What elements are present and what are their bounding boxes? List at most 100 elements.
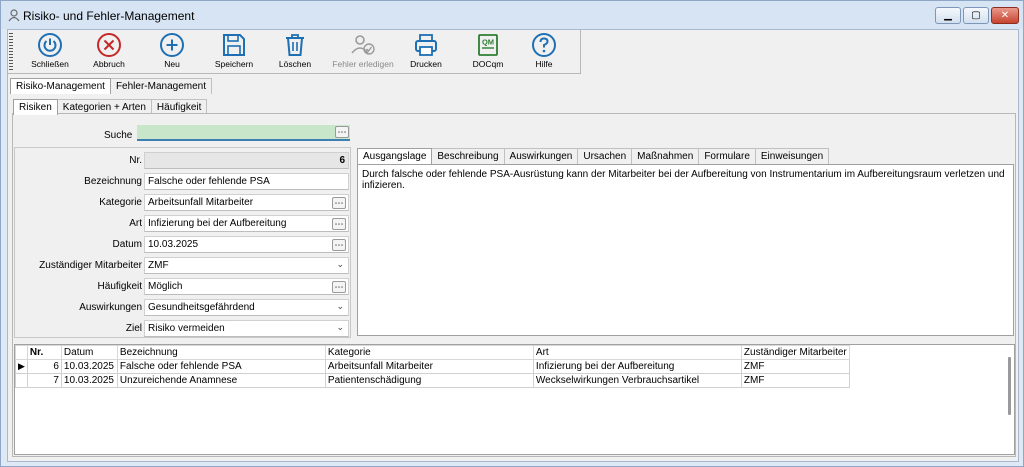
nr-field: 6 bbox=[144, 152, 349, 169]
resolve-error-label: Fehler erledigen bbox=[332, 59, 394, 69]
toolbar-grip[interactable] bbox=[9, 33, 13, 71]
search-input[interactable]: ⋯ bbox=[137, 125, 350, 141]
haeufigkeit-ellipsis-button[interactable]: ⋯ bbox=[332, 281, 346, 293]
svg-text:QM: QM bbox=[482, 38, 494, 47]
ziel-dropdown[interactable]: Risiko vermeiden ⌄ bbox=[144, 320, 349, 337]
haeufigkeit-label: Häufigkeit bbox=[97, 281, 142, 292]
delete-label: Löschen bbox=[278, 59, 312, 69]
floppy-disk-icon bbox=[223, 34, 245, 56]
title-bar[interactable]: Risiko- und Fehler-Management ▁ ▢ ✕ bbox=[1, 1, 1023, 29]
kategorie-ellipsis-button[interactable]: ⋯ bbox=[332, 197, 346, 209]
col-header-nr[interactable]: Nr. bbox=[26, 345, 62, 360]
client-area: Schließen Abbruch Neu Speichern Löschen … bbox=[7, 29, 1019, 462]
art-input[interactable]: Infizierung bei der Aufbereitung ⋯ bbox=[144, 215, 349, 232]
detail-tabs: Ausgangslage Beschreibung Auswirkungen U… bbox=[357, 148, 830, 164]
auswirkungen-dropdown[interactable]: Gesundheitsgefährdend ⌄ bbox=[144, 299, 349, 316]
table-row[interactable]: ▶ 6 10.03.2025 Falsche oder fehlende PSA… bbox=[15, 359, 850, 374]
cell-nr: 7 bbox=[26, 373, 62, 388]
kategorie-label: Kategorie bbox=[99, 197, 142, 208]
cancel-x-icon bbox=[97, 33, 121, 57]
grid-vertical-scrollbar[interactable] bbox=[1008, 357, 1011, 415]
close-window-button[interactable]: ✕ bbox=[991, 7, 1019, 24]
zustaendiger-dropdown[interactable]: ZMF ⌄ bbox=[144, 257, 349, 274]
col-header-zustaendiger[interactable]: Zuständiger Mitarbeiter bbox=[740, 345, 850, 360]
row-indicator-header bbox=[15, 345, 28, 360]
kategorie-value: Arbeitsunfall Mitarbeiter bbox=[148, 197, 254, 208]
ellipsis-icon: ⋯ bbox=[334, 239, 344, 250]
col-header-art[interactable]: Art bbox=[532, 345, 742, 360]
maximize-button[interactable]: ▢ bbox=[963, 7, 989, 24]
risk-table: Nr. Datum Bezeichnung Kategorie Art Zust… bbox=[15, 345, 850, 388]
new-button[interactable]: Neu bbox=[144, 32, 200, 72]
ziel-value: Risiko vermeiden bbox=[148, 323, 225, 334]
field-auswirkungen: Auswirkungen Gesundheitsgefährdend ⌄ bbox=[15, 297, 352, 317]
col-header-kategorie[interactable]: Kategorie bbox=[324, 345, 534, 360]
haeufigkeit-input[interactable]: Möglich ⋯ bbox=[144, 278, 349, 295]
zustaendiger-label: Zuständiger Mitarbeiter bbox=[39, 260, 142, 271]
tab-einweisungen[interactable]: Einweisungen bbox=[754, 148, 830, 164]
bezeichnung-input[interactable]: Falsche oder fehlende PSA bbox=[144, 173, 349, 190]
cell-art: Infizierung bei der Aufbereitung bbox=[532, 359, 742, 374]
chevron-down-icon: ⌄ bbox=[336, 301, 344, 311]
delete-button[interactable]: Löschen bbox=[267, 32, 323, 72]
field-zustaendiger: Zuständiger Mitarbeiter ZMF ⌄ bbox=[15, 255, 352, 275]
detail-text: Durch falsche oder fehlende PSA-Ausrüstu… bbox=[362, 169, 1005, 191]
help-icon bbox=[532, 33, 556, 57]
datum-ellipsis-button[interactable]: ⋯ bbox=[332, 239, 346, 251]
art-label: Art bbox=[129, 218, 142, 229]
art-value: Infizierung bei der Aufbereitung bbox=[148, 218, 287, 229]
field-ziel: Ziel Risiko vermeiden ⌄ bbox=[15, 318, 352, 338]
field-kategorie: Kategorie Arbeitsunfall Mitarbeiter ⋯ bbox=[15, 192, 352, 212]
ellipsis-icon: ⋯ bbox=[334, 281, 344, 292]
search-ellipsis-button[interactable]: ⋯ bbox=[335, 126, 349, 138]
trash-icon bbox=[286, 34, 304, 56]
col-header-bezeichnung[interactable]: Bezeichnung bbox=[116, 345, 326, 360]
col-header-datum[interactable]: Datum bbox=[60, 345, 118, 360]
chevron-down-icon: ⌄ bbox=[336, 322, 344, 332]
tab-risks[interactable]: Risiken bbox=[13, 99, 58, 115]
app-window: Risiko- und Fehler-Management ▁ ▢ ✕ Schl… bbox=[0, 0, 1024, 467]
cancel-button[interactable]: Abbruch bbox=[81, 32, 137, 72]
tab-massnahmen[interactable]: Maßnahmen bbox=[631, 148, 700, 164]
field-nr: Nr. 6 bbox=[15, 150, 352, 170]
tab-error-management[interactable]: Fehler-Management bbox=[109, 78, 212, 94]
risk-form: Nr. 6 Bezeichnung Falsche oder fehlende … bbox=[14, 147, 351, 338]
resolve-error-button[interactable]: Fehler erledigen bbox=[329, 32, 397, 72]
print-button[interactable]: Drucken bbox=[398, 32, 454, 72]
row-selected-indicator: ▶ bbox=[15, 359, 28, 374]
tab-ausgangslage[interactable]: Ausgangslage bbox=[357, 148, 433, 164]
tab-formulare[interactable]: Formulare bbox=[698, 148, 756, 164]
minimize-button[interactable]: ▁ bbox=[935, 7, 961, 24]
main-tabs: Risiko-Management Fehler-Management bbox=[10, 78, 212, 94]
kategorie-input[interactable]: Arbeitsunfall Mitarbeiter ⋯ bbox=[144, 194, 349, 211]
datum-input[interactable]: 10.03.2025 ⋯ bbox=[144, 236, 349, 253]
printer-icon bbox=[415, 34, 437, 56]
cell-zustaendiger: ZMF bbox=[740, 359, 850, 374]
save-button[interactable]: Speichern bbox=[206, 32, 262, 72]
cell-bezeichnung: Falsche oder fehlende PSA bbox=[116, 359, 326, 374]
cell-kategorie: Arbeitsunfall Mitarbeiter bbox=[324, 359, 534, 374]
docqm-label: DOCqm bbox=[472, 59, 504, 69]
tab-auswirkungen[interactable]: Auswirkungen bbox=[503, 148, 579, 164]
ellipsis-icon: ⋯ bbox=[334, 218, 344, 229]
cell-art: Weckselwirkungen Verbrauchsartikel bbox=[532, 373, 742, 388]
detail-text-area[interactable]: Durch falsche oder fehlende PSA-Ausrüstu… bbox=[357, 164, 1014, 336]
datum-value: 10.03.2025 bbox=[148, 239, 199, 250]
close-icon: ✕ bbox=[1000, 10, 1010, 21]
auswirkungen-value: Gesundheitsgefährdend bbox=[148, 302, 255, 313]
cell-zustaendiger: ZMF bbox=[740, 373, 850, 388]
tab-risk-management[interactable]: Risiko-Management bbox=[10, 78, 111, 94]
docqm-button[interactable]: QM DOCqm bbox=[460, 32, 516, 72]
table-row[interactable]: 7 10.03.2025 Unzureichende Anamnese Pati… bbox=[15, 373, 850, 388]
help-button[interactable]: Hilfe bbox=[516, 32, 572, 72]
cell-nr: 6 bbox=[26, 359, 62, 374]
cell-bezeichnung: Unzureichende Anamnese bbox=[116, 373, 326, 388]
close-app-button[interactable]: Schließen bbox=[22, 32, 78, 72]
field-bezeichnung: Bezeichnung Falsche oder fehlende PSA bbox=[15, 171, 352, 191]
art-ellipsis-button[interactable]: ⋯ bbox=[332, 218, 346, 230]
tab-beschreibung[interactable]: Beschreibung bbox=[431, 148, 505, 164]
table-header-row: Nr. Datum Bezeichnung Kategorie Art Zust… bbox=[15, 345, 850, 360]
ellipsis-icon: ⋯ bbox=[334, 197, 344, 208]
tab-ursachen[interactable]: Ursachen bbox=[577, 148, 633, 164]
datum-label: Datum bbox=[112, 239, 142, 250]
